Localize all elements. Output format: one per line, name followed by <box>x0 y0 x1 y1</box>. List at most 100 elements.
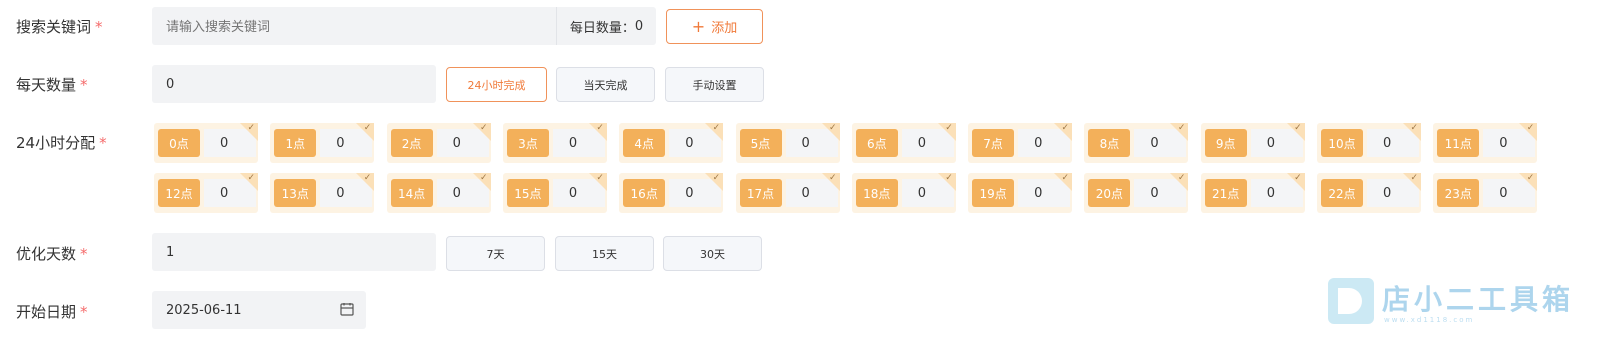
required-mark: * <box>80 76 88 94</box>
hour-tag: 16点 <box>623 179 666 207</box>
check-corner-icon: ✓ <box>240 173 258 191</box>
hour-cell: 2点 0 ✓ <box>386 123 491 163</box>
daily-quantity-value: 0 <box>166 76 175 92</box>
hour-tag: 22点 <box>1321 179 1363 207</box>
start-date-picker[interactable]: 2025-06-11 <box>152 291 366 329</box>
hour-cell: 20点 0 ✓ <box>1084 173 1189 213</box>
add-button-label: 添加 <box>711 21 738 36</box>
required-mark: * <box>80 245 88 263</box>
hour-cell: 21点 0 ✓ <box>1200 173 1305 213</box>
start-date-label-text: 开始日期 <box>16 303 77 321</box>
check-corner-icon: ✓ <box>1054 173 1073 191</box>
hour-tag: 4点 <box>623 129 666 157</box>
check-corner-icon: ✓ <box>705 123 724 141</box>
hour-cell: 19点 0 ✓ <box>968 173 1073 213</box>
hour-tag: 23点 <box>1437 179 1480 207</box>
hour-tag: 7点 <box>972 129 1015 157</box>
days-input[interactable]: 1 <box>152 233 436 271</box>
check-corner-icon: ✓ <box>1286 173 1305 191</box>
hour-cell: 18点 0 ✓ <box>851 173 956 213</box>
check-corner-icon: ✓ <box>821 123 840 141</box>
hour-cell: 3点 0 ✓ <box>502 123 607 163</box>
check-corner-icon: ✓ <box>1519 123 1538 141</box>
daily-count-value: 0 <box>634 18 644 34</box>
watermark: 店小二工具箱 www.xd1118.com <box>1328 276 1570 328</box>
hour-cell: 14点 0 ✓ <box>386 173 491 213</box>
check-corner-icon: ✓ <box>472 123 491 141</box>
daily-quantity-input[interactable]: 0 <box>152 65 436 103</box>
daily-count-display: 每日数量： 0 <box>556 7 656 45</box>
check-corner-icon: ✓ <box>588 123 607 141</box>
hours-label: 24小时分配 * <box>16 132 107 153</box>
hour-tag: 6点 <box>855 129 898 157</box>
option-30-days-button[interactable]: 30天 <box>663 236 762 271</box>
hour-tag: 9点 <box>1204 129 1247 157</box>
hour-tag: 12点 <box>158 179 200 207</box>
hour-tag: 0点 <box>158 129 200 157</box>
add-keyword-button[interactable]: + 添加 <box>666 9 763 44</box>
check-corner-icon: ✓ <box>1054 123 1073 141</box>
watermark-title: 店小二工具箱 <box>1382 283 1575 316</box>
check-corner-icon: ✓ <box>821 173 840 191</box>
watermark-logo-icon <box>1328 278 1374 324</box>
hour-cell: 15点 0 ✓ <box>502 173 607 213</box>
hour-tag: 13点 <box>274 179 317 207</box>
check-corner-icon: ✓ <box>937 173 956 191</box>
hour-tag: 20点 <box>1088 179 1131 207</box>
check-corner-icon: ✓ <box>472 173 491 191</box>
hour-tag: 18点 <box>855 179 898 207</box>
hour-tag: 19点 <box>972 179 1015 207</box>
keyword-label: 搜索关键词 * <box>16 16 103 37</box>
hour-cell: 22点 0 ✓ <box>1317 173 1421 213</box>
hour-cell: 5点 0 ✓ <box>735 123 840 163</box>
hour-tag: 21点 <box>1204 179 1247 207</box>
hour-cell: 7点 0 ✓ <box>968 123 1073 163</box>
watermark-subtitle: www.xd1118.com <box>1384 316 1475 324</box>
check-corner-icon: ✓ <box>1519 173 1538 191</box>
hour-cell: 10点 0 ✓ <box>1317 123 1421 163</box>
daily-label-text: 每天数量 <box>16 76 77 94</box>
hour-cell: 23点 0 ✓ <box>1433 173 1538 213</box>
daily-count-label: 每日数量： <box>569 20 635 36</box>
hour-cell: 12点 0 ✓ <box>154 173 258 213</box>
hour-cell: 13点 0 ✓ <box>270 173 375 213</box>
check-corner-icon: ✓ <box>588 173 607 191</box>
hour-tag: 14点 <box>390 179 433 207</box>
required-mark: * <box>95 18 103 36</box>
days-value: 1 <box>166 244 175 260</box>
hour-cell: 1点 0 ✓ <box>270 123 375 163</box>
check-corner-icon: ✓ <box>937 123 956 141</box>
hour-cell: 11点 0 ✓ <box>1433 123 1538 163</box>
option-7-days-button[interactable]: 7天 <box>446 236 545 271</box>
plus-icon: + <box>691 16 706 36</box>
check-corner-icon: ✓ <box>705 173 724 191</box>
required-mark: * <box>99 134 107 152</box>
calendar-icon[interactable] <box>340 302 354 320</box>
days-label-text: 优化天数 <box>16 245 77 263</box>
check-corner-icon: ✓ <box>240 123 258 141</box>
hour-cell: 8点 0 ✓ <box>1084 123 1189 163</box>
hour-tag: 11点 <box>1437 129 1480 157</box>
hour-cell: 6点 0 ✓ <box>851 123 956 163</box>
hour-cell: 4点 0 ✓ <box>619 123 724 163</box>
start-date-label: 开始日期 * <box>16 301 88 322</box>
keyword-input[interactable] <box>152 7 556 45</box>
hour-tag: 1点 <box>274 129 317 157</box>
hour-cell: 0点 0 ✓ <box>154 123 258 163</box>
check-corner-icon: ✓ <box>1170 173 1189 191</box>
check-corner-icon: ✓ <box>356 123 375 141</box>
hour-tag: 10点 <box>1321 129 1363 157</box>
daily-label: 每天数量 * <box>16 74 88 95</box>
option-same-day-button[interactable]: 当天完成 <box>556 67 655 102</box>
required-mark: * <box>80 303 88 321</box>
hour-tag: 3点 <box>506 129 549 157</box>
hour-tag: 15点 <box>506 179 549 207</box>
hour-cell: 17点 0 ✓ <box>735 173 840 213</box>
hour-cell: 9点 0 ✓ <box>1200 123 1305 163</box>
check-corner-icon: ✓ <box>1403 123 1421 141</box>
hour-cell: 16点 0 ✓ <box>619 173 724 213</box>
option-24h-button[interactable]: 24小时完成 <box>446 67 547 102</box>
option-15-days-button[interactable]: 15天 <box>555 236 654 271</box>
option-manual-button[interactable]: 手动设置 <box>665 67 764 102</box>
check-corner-icon: ✓ <box>1286 123 1305 141</box>
